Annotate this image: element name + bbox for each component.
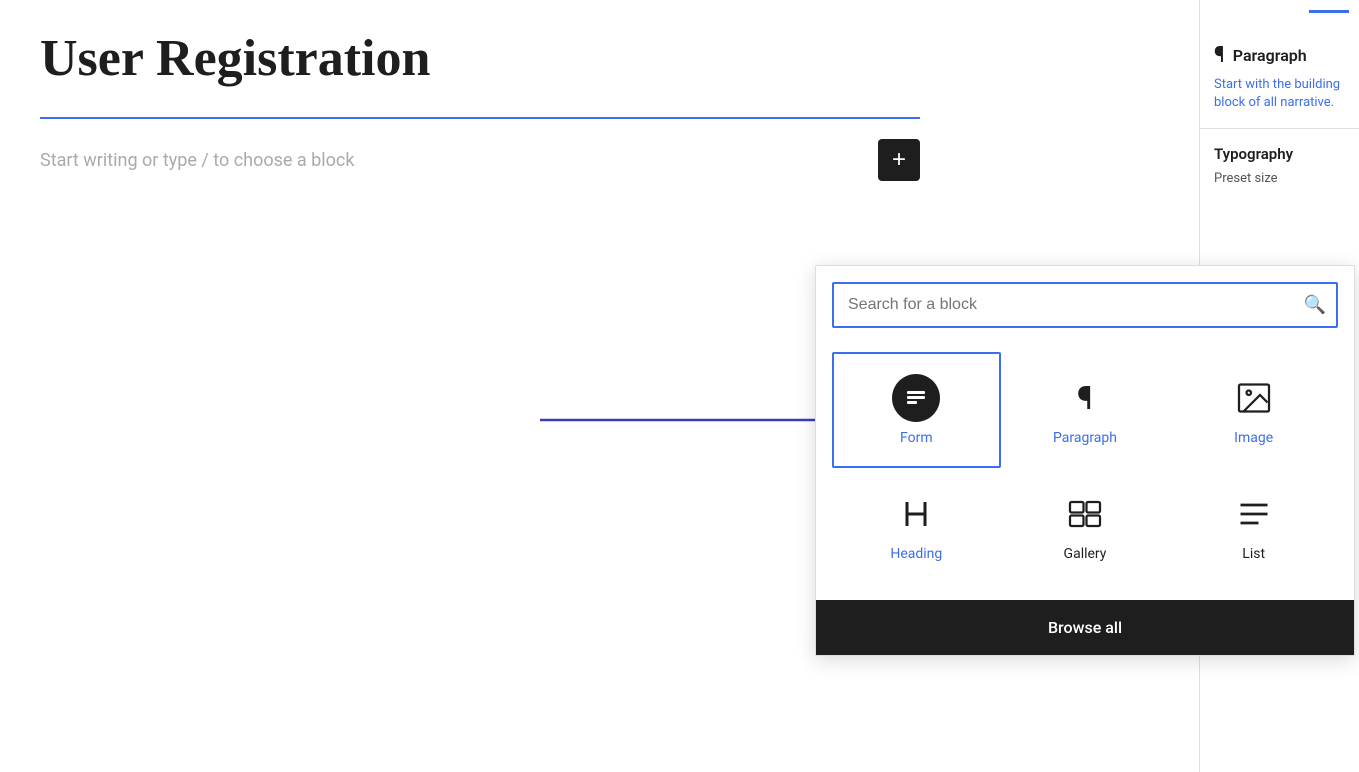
page-title: User Registration	[40, 30, 1160, 87]
block-item-paragraph[interactable]: ¶ Paragraph	[1001, 352, 1170, 468]
pilcrow-icon: ¶	[1214, 43, 1225, 68]
image-label: Image	[1234, 430, 1273, 446]
form-icon	[892, 374, 940, 422]
divider	[40, 117, 920, 119]
heading-label: Heading	[890, 546, 942, 562]
editor-placeholder-text: Start writing or type / to choose a bloc…	[40, 150, 354, 171]
editor-area: Start writing or type / to choose a bloc…	[40, 139, 920, 181]
list-label: List	[1242, 546, 1265, 562]
block-picker-popup: 🔍 Form ¶ Paragraph	[815, 265, 1355, 656]
search-input[interactable]	[832, 282, 1338, 328]
gallery-label: Gallery	[1064, 546, 1107, 562]
form-icon-inner	[892, 374, 940, 422]
browse-all-label: Browse all	[1048, 618, 1122, 637]
panel-typography-section: Typography Preset size	[1200, 129, 1359, 202]
heading-icon	[892, 490, 940, 538]
block-item-list[interactable]: List	[1169, 468, 1338, 584]
panel-paragraph-desc: Start with the building block of all nar…	[1214, 76, 1345, 112]
panel-paragraph-title: Paragraph	[1233, 46, 1307, 65]
add-block-button[interactable]: +	[878, 139, 920, 181]
browse-all-bar[interactable]: Browse all	[816, 600, 1354, 655]
list-icon	[1230, 490, 1278, 538]
panel-typography-title: Typography	[1214, 145, 1345, 163]
paragraph-label: Paragraph	[1053, 430, 1117, 446]
block-item-gallery[interactable]: Gallery	[1001, 468, 1170, 584]
form-label: Form	[900, 430, 933, 446]
block-item-image[interactable]: Image	[1169, 352, 1338, 468]
panel-paragraph-header: ¶ Paragraph	[1214, 43, 1345, 68]
block-item-form[interactable]: Form	[832, 352, 1001, 468]
panel-accent-bar	[1309, 10, 1349, 13]
plus-icon: +	[892, 148, 906, 172]
paragraph-icon: ¶	[1061, 374, 1109, 422]
panel-paragraph-section: ¶ Paragraph Start with the building bloc…	[1200, 33, 1359, 129]
panel-preset-size: Preset size	[1214, 171, 1345, 186]
image-icon	[1230, 374, 1278, 422]
gallery-icon	[1061, 490, 1109, 538]
search-container: 🔍	[816, 266, 1354, 340]
blocks-grid: Form ¶ Paragraph Image	[816, 340, 1354, 596]
search-icon: 🔍	[1304, 295, 1326, 316]
search-wrapper: 🔍	[832, 282, 1338, 328]
block-item-heading[interactable]: Heading	[832, 468, 1001, 584]
